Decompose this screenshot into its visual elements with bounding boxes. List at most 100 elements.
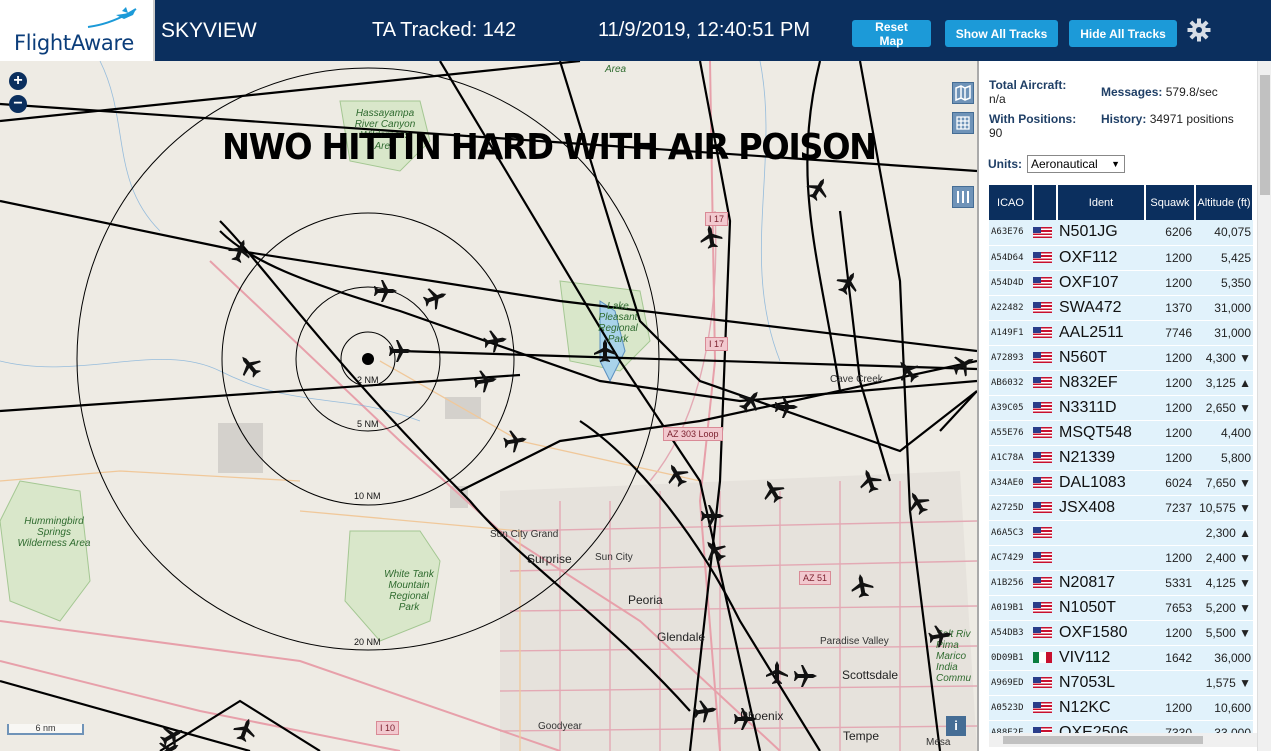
aircraft-icon[interactable] — [766, 661, 788, 684]
aircraft-icon[interactable] — [902, 487, 933, 518]
aircraft-icon[interactable] — [734, 708, 757, 730]
aircraft-icon[interactable] — [856, 466, 885, 495]
column-header-squawk[interactable]: Squawk — [1145, 185, 1196, 220]
aircraft-icon[interactable] — [794, 665, 817, 687]
us-flag-icon — [1033, 301, 1052, 313]
aircraft-icon[interactable] — [234, 350, 266, 382]
table-row[interactable]: A54D4D OXF107 1200 5,350 — [989, 270, 1253, 296]
table-row[interactable]: AB6032 N832EF 1200 3,125 ▲ — [989, 370, 1253, 396]
aircraft-icon[interactable] — [803, 173, 834, 204]
aircraft-icon[interactable] — [849, 572, 875, 598]
ident-cell: OXF107 — [1057, 270, 1145, 296]
icao-cell: A55E76 — [989, 420, 1033, 446]
aircraft-icon[interactable] — [927, 623, 953, 649]
aircraft-icon[interactable] — [701, 505, 724, 527]
zoom-in-button[interactable]: + — [9, 72, 27, 90]
vertical-scrollbar[interactable] — [1257, 61, 1271, 751]
column-header-ident[interactable]: Ident — [1057, 185, 1146, 220]
table-row[interactable]: 0D09B1 VIV112 1642 36,000 — [989, 645, 1253, 671]
ident-cell: JSX408 — [1057, 495, 1145, 521]
aircraft-icon[interactable] — [757, 475, 788, 506]
table-row[interactable]: A39C05 N3311D 1200 2,650 ▼ — [989, 395, 1253, 421]
units-select[interactable]: Aeronautical ▼ — [1027, 155, 1125, 173]
squawk-cell: 6206 — [1145, 220, 1195, 246]
table-row[interactable]: A72893 N560T 1200 4,300 ▼ — [989, 345, 1253, 371]
table-row[interactable]: A22482 SWA472 1370 31,000 — [989, 295, 1253, 321]
table-row[interactable]: A63E76 N501JG 6206 40,075 — [989, 220, 1253, 246]
aircraft-icon[interactable] — [421, 284, 450, 313]
table-row[interactable]: A54DB3 OXF1580 1200 5,500 ▼ — [989, 620, 1253, 646]
us-flag-icon — [1033, 476, 1052, 488]
table-row[interactable]: A0523D N12KC 1200 10,600 — [989, 695, 1253, 721]
horizontal-scrollbar[interactable] — [989, 733, 1257, 747]
table-row[interactable]: A2725D JSX408 7237 10,575 ▼ — [989, 495, 1253, 521]
us-flag-icon — [1033, 576, 1052, 588]
aircraft-icon[interactable] — [389, 340, 412, 362]
aircraft-icon[interactable] — [661, 459, 692, 490]
table-row[interactable]: AC7429 1200 2,400 ▼ — [989, 545, 1253, 571]
aircraft-icon[interactable] — [594, 339, 616, 362]
scrollbar-thumb[interactable] — [1003, 736, 1203, 744]
aircraft-icon[interactable] — [472, 368, 498, 394]
table-row[interactable]: A1C78A N21339 1200 5,800 — [989, 445, 1253, 471]
icao-cell: AC7429 — [989, 545, 1033, 571]
scrollbar-thumb[interactable] — [1260, 75, 1270, 195]
altitude-cell: 5,200 ▼ — [1195, 595, 1253, 621]
zoom-out-button[interactable]: − — [9, 95, 27, 113]
ident-cell: VIV112 — [1057, 645, 1145, 671]
map-layer-icon[interactable] — [952, 82, 974, 104]
table-header-row: ICAO Ident Squawk Altitude (ft) — [989, 185, 1254, 220]
us-flag-icon — [1033, 251, 1052, 263]
table-row[interactable]: A1B256 N20817 5331 4,125 ▼ — [989, 570, 1253, 596]
reset-map-button[interactable]: Reset Map — [852, 20, 931, 48]
altitude-cell: 5,800 — [1195, 445, 1253, 471]
logo-plane-icon — [87, 7, 137, 28]
info-button[interactable]: i — [946, 716, 966, 736]
table-row[interactable]: A019B1 N1050T 7653 5,200 ▼ — [989, 595, 1253, 621]
ident-cell: N12KC — [1057, 695, 1145, 721]
grid-icon[interactable] — [952, 112, 974, 134]
column-header-altitude[interactable]: Altitude (ft) — [1195, 185, 1254, 220]
ident-cell: OXF1580 — [1057, 620, 1145, 646]
aircraft-icon[interactable] — [948, 349, 977, 380]
ident-cell — [1057, 520, 1145, 546]
aircraft-icon[interactable] — [482, 328, 508, 354]
altitude-cell: 10,575 ▼ — [1195, 495, 1253, 521]
table-row[interactable]: A149F1 AAL2511 7746 31,000 — [989, 320, 1253, 346]
aircraft-icon[interactable] — [231, 715, 260, 744]
altitude-cell: 5,425 — [1195, 245, 1253, 271]
aircraft-icon[interactable] — [699, 535, 731, 567]
column-header-icao[interactable]: ICAO — [989, 185, 1034, 220]
aircraft-icon[interactable] — [698, 223, 724, 249]
aircraft-icon[interactable] — [775, 396, 798, 418]
hide-all-tracks-button[interactable]: Hide All Tracks — [1069, 20, 1177, 47]
app-title: SKYVIEW — [161, 19, 257, 42]
aircraft-table-body: A63E76 N501JG 6206 40,075 A54D64 OXF112 1200 5,… — [989, 220, 1253, 746]
aircraft-table: ICAO Ident Squawk Altitude (ft) A63E76 N5… — [989, 185, 1254, 746]
aircraft-icon[interactable] — [892, 355, 924, 387]
gear-icon[interactable] — [1187, 18, 1211, 42]
ident-cell: N1050T — [1057, 595, 1145, 621]
flag-cell — [1033, 645, 1057, 671]
aircraft-icon[interactable] — [502, 428, 528, 454]
table-row[interactable]: A54D64 OXF112 1200 5,425 — [989, 245, 1253, 271]
column-header-flag[interactable] — [1033, 185, 1058, 220]
map-view[interactable]: Area Hassayampa River Canyon Wilderness … — [0, 61, 977, 751]
show-all-tracks-button[interactable]: Show All Tracks — [945, 20, 1058, 47]
squawk-cell — [1145, 670, 1195, 696]
brand-name: FlightAware — [14, 31, 134, 55]
us-flag-icon — [1033, 426, 1052, 438]
aircraft-icon[interactable] — [833, 267, 864, 298]
squawk-cell: 1200 — [1145, 395, 1195, 421]
aircraft-icon[interactable] — [735, 385, 767, 417]
aircraft-icon[interactable] — [692, 698, 718, 724]
aircraft-icon[interactable] — [226, 236, 255, 265]
table-row[interactable]: A55E76 MSQT548 1200 4,400 — [989, 420, 1253, 446]
table-row[interactable]: A969ED N7053L 1,575 ▼ — [989, 670, 1253, 696]
table-row[interactable]: A6A5C3 2,300 ▲ — [989, 520, 1253, 546]
table-row[interactable]: A34AE0 DAL1083 6024 7,650 ▼ — [989, 470, 1253, 496]
aircraft-icon[interactable] — [374, 280, 397, 302]
columns-icon[interactable] — [952, 186, 974, 208]
altitude-cell: 2,300 ▲ — [1195, 520, 1253, 546]
flightaware-logo[interactable]: FlightAware — [0, 0, 155, 61]
